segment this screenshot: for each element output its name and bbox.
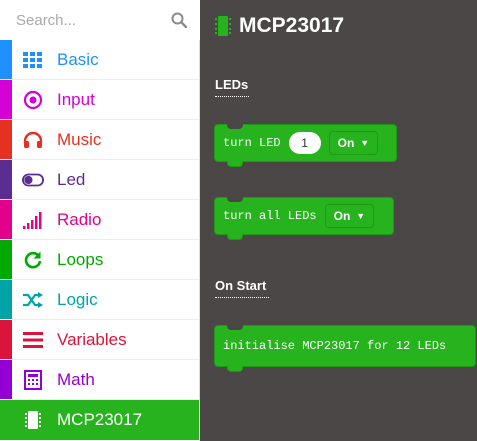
category-color-bar xyxy=(0,200,12,239)
list-icon xyxy=(22,330,44,350)
shuffle-icon xyxy=(22,290,44,310)
led-state-dropdown[interactable]: On ▼ xyxy=(328,131,379,155)
caret-down-icon: ▼ xyxy=(356,211,366,221)
section-label-leds: LEDs xyxy=(215,77,249,97)
headphones-icon xyxy=(22,130,44,150)
search-icon[interactable] xyxy=(171,12,187,28)
initialise-mcp23017-block[interactable]: initialise MCP23017 for 12 LEDs xyxy=(214,325,476,372)
category-input[interactable]: Input xyxy=(0,80,199,120)
section-label: On Start xyxy=(215,278,267,293)
section-underline xyxy=(215,297,269,298)
refresh-icon xyxy=(22,250,44,270)
category-color-bar xyxy=(0,360,12,399)
dropdown-value: On xyxy=(333,209,351,223)
turn-led-block[interactable]: turn LED 1 On ▼ xyxy=(214,124,397,167)
turn-all-leds-block[interactable]: turn all LEDs On ▼ xyxy=(214,197,394,240)
category-radio[interactable]: Radio xyxy=(0,200,199,240)
toolbox-sidebar: Basic Input Music xyxy=(0,0,200,441)
search-input[interactable] xyxy=(0,0,200,40)
block-tab xyxy=(227,366,243,372)
block-tab xyxy=(227,234,243,240)
category-label: Led xyxy=(57,170,86,189)
category-label: Math xyxy=(57,370,95,389)
category-led[interactable]: Led xyxy=(0,160,199,200)
category-color-bar xyxy=(0,80,12,119)
block-notch xyxy=(227,197,243,202)
category-math[interactable]: Math xyxy=(0,360,199,400)
all-leds-state-dropdown[interactable]: On ▼ xyxy=(324,204,375,228)
block-notch xyxy=(227,325,243,330)
section-label-on-start: On Start xyxy=(215,278,269,298)
flyout-title: MCP23017 xyxy=(239,14,345,37)
category-color-bar xyxy=(0,40,12,79)
category-label: Radio xyxy=(57,210,102,229)
block-text: turn all LEDs xyxy=(223,209,317,223)
category-label: Music xyxy=(57,130,102,149)
block-text: initialise MCP23017 for 12 LEDs xyxy=(223,339,447,353)
chip-icon xyxy=(22,410,44,430)
search-box xyxy=(0,0,200,40)
block-text: turn LED xyxy=(223,136,281,150)
block-tab xyxy=(227,161,243,167)
category-loops[interactable]: Loops xyxy=(0,240,199,280)
target-icon xyxy=(22,90,44,110)
toggle-icon xyxy=(22,170,44,190)
grid-icon xyxy=(22,50,44,70)
calculator-icon xyxy=(22,370,44,390)
category-label: MCP23017 xyxy=(57,410,143,429)
block-flyout: MCP23017 LEDs turn LED 1 On ▼ turn all L… xyxy=(201,0,477,441)
dropdown-value: On xyxy=(337,136,355,150)
category-basic[interactable]: Basic xyxy=(0,40,199,80)
led-number-input[interactable]: 1 xyxy=(288,132,321,154)
section-underline xyxy=(215,96,249,97)
category-label: Variables xyxy=(57,330,127,349)
category-label: Logic xyxy=(57,290,98,309)
category-color-bar xyxy=(0,240,12,279)
category-color-bar xyxy=(0,160,12,199)
flyout-header: MCP23017 xyxy=(215,14,344,38)
caret-down-icon: ▼ xyxy=(360,138,370,148)
category-logic[interactable]: Logic xyxy=(0,280,199,320)
category-label: Input xyxy=(57,90,95,109)
category-variables[interactable]: Variables xyxy=(0,320,199,360)
category-color-bar xyxy=(0,280,12,319)
category-color-bar xyxy=(0,120,12,159)
chip-icon xyxy=(215,16,231,36)
block-notch xyxy=(227,124,243,129)
category-music[interactable]: Music xyxy=(0,120,199,160)
category-mcp23017[interactable]: MCP23017 xyxy=(0,400,199,440)
section-label: LEDs xyxy=(215,77,249,92)
category-label: Loops xyxy=(57,250,104,269)
category-label: Basic xyxy=(57,50,99,69)
category-color-bar xyxy=(0,320,12,359)
signal-bars-icon xyxy=(22,210,44,230)
